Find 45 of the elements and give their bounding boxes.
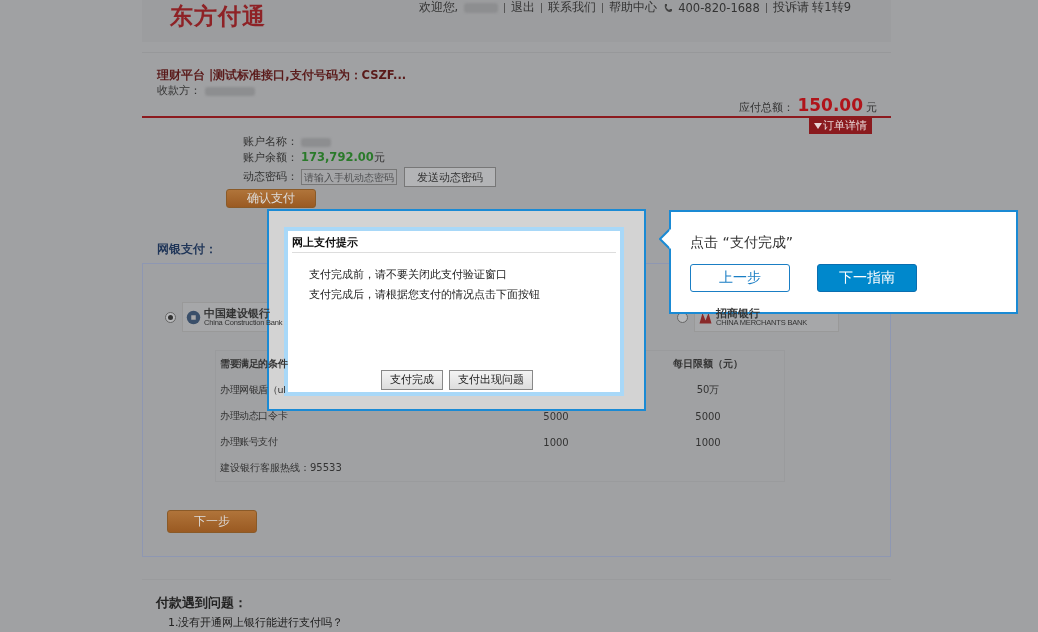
currency-label: 元 bbox=[866, 100, 877, 115]
table-cell-text: 1000 bbox=[542, 435, 570, 450]
total-label: 应付总额： bbox=[739, 100, 795, 115]
header-link[interactable]: 投诉请 转1转9 bbox=[772, 0, 851, 15]
payee-label: 收款方： bbox=[157, 84, 201, 98]
table-cell: 办理动态口令卡 bbox=[220, 409, 288, 421]
faq-title: 付款遇到问题： bbox=[156, 594, 247, 612]
dialog-message: 支付完成前，请不要关闭此支付验证窗口 bbox=[309, 268, 507, 282]
phone-number: 400-820-1688 bbox=[678, 0, 760, 15]
dialog-title: 网上支付提示 bbox=[292, 236, 616, 253]
next-step-button[interactable]: 下一步 bbox=[167, 510, 257, 533]
next-guide-button[interactable]: 下一指南 bbox=[817, 264, 917, 292]
balance-label: 账户余额： bbox=[243, 150, 298, 165]
caret-icon bbox=[814, 123, 822, 129]
confirm-pay-button[interactable]: 确认支付 bbox=[226, 189, 316, 208]
dialog-message: 支付完成后，请根据您支付的情况点击下面按钮 bbox=[309, 288, 540, 302]
order-details-button[interactable]: 订单详情 bbox=[809, 118, 872, 134]
dialog-button[interactable]: 支付出现问题 bbox=[449, 370, 533, 390]
net-bank-label: 网银支付： bbox=[157, 242, 217, 257]
site-logo[interactable]: 东方付通 bbox=[170, 1, 266, 32]
phone-icon bbox=[663, 2, 673, 13]
bank-radio[interactable] bbox=[165, 311, 176, 323]
balance-amount: 173,792.00元 bbox=[301, 150, 385, 165]
table-cell: 1000 bbox=[632, 429, 785, 455]
bank-emblem-icon bbox=[186, 309, 201, 325]
account-name-label: 账户名称： bbox=[243, 135, 298, 149]
table-cell: 5000 bbox=[632, 403, 785, 429]
send-otp-button[interactable]: 发送动态密码 bbox=[404, 167, 496, 187]
hotline-text: 建设银行客服热线：95533 bbox=[215, 455, 785, 482]
otp-field[interactable]: 请输入手机动态密码 bbox=[301, 169, 397, 185]
table-cell: 50万 bbox=[632, 377, 785, 403]
column-header: 每日限额（元） bbox=[632, 350, 785, 377]
total-amount: 150.00 bbox=[797, 95, 863, 115]
faq-question[interactable]: 1.没有开通网上银行能进行支付吗？ bbox=[168, 615, 344, 630]
welcome-text: 欢迎您, bbox=[418, 0, 459, 15]
header-link[interactable]: 帮助中心 bbox=[609, 0, 658, 15]
guide-text: 点击 “支付完成” bbox=[690, 234, 793, 252]
header-link[interactable]: 联系我们 bbox=[548, 0, 597, 15]
previous-step-button[interactable]: 上一步 bbox=[690, 264, 790, 292]
table-cell: 办理账号支付 bbox=[220, 435, 278, 447]
header-link[interactable]: 退出 bbox=[511, 0, 536, 15]
table-cell-text: 5000 bbox=[542, 409, 570, 424]
otp-label: 动态密码： bbox=[243, 170, 298, 184]
order-title: 理财平台 |测试标准接口,支付号码为：CSZF... bbox=[157, 68, 407, 83]
dialog-button[interactable]: 支付完成 bbox=[381, 370, 443, 390]
